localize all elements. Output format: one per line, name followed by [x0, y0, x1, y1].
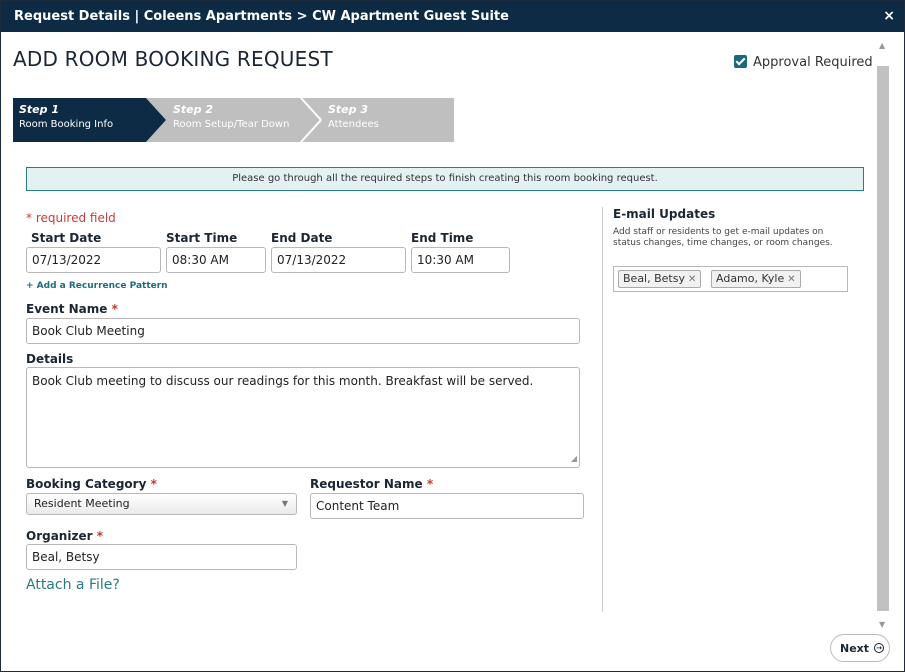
- booking-category-value: Resident Meeting: [34, 497, 130, 510]
- requestor-name-field[interactable]: Content Team: [310, 493, 584, 519]
- required-field-note: * required field: [26, 211, 116, 225]
- attach-file-link[interactable]: Attach a File?: [26, 577, 120, 593]
- chevron-down-icon[interactable]: ▼: [282, 494, 288, 514]
- required-star: *: [426, 477, 434, 491]
- recipient-tag-label: Adamo, Kyle: [716, 272, 785, 285]
- column-divider: [602, 207, 603, 612]
- organizer-label-text: Organizer: [26, 529, 93, 543]
- title-bar: Request Details | Coleens Apartments > C…: [1, 1, 904, 32]
- dialog-window: Request Details | Coleens Apartments > C…: [0, 0, 905, 672]
- required-star: *: [150, 477, 157, 491]
- step-1-label: Room Booking Info: [19, 119, 114, 130]
- info-banner: Please go through all the required steps…: [26, 167, 864, 191]
- organizer-label: Organizer *: [26, 529, 103, 543]
- scroll-up-icon[interactable]: ▲: [879, 41, 885, 50]
- remove-tag-icon[interactable]: ✕: [787, 274, 795, 285]
- required-star: *: [96, 529, 103, 543]
- add-recurrence-link[interactable]: + Add a Recurrence Pattern: [26, 281, 168, 291]
- recipient-tag-label: Beal, Betsy: [623, 272, 685, 285]
- end-date-label: End Date: [271, 231, 333, 245]
- step-3[interactable]: Step 3 Attendees: [322, 98, 452, 142]
- recipient-tag: Adamo, Kyle ✕: [711, 270, 801, 288]
- close-icon[interactable]: ×: [883, 8, 895, 24]
- arrow-right-circle-icon: →: [874, 643, 884, 653]
- next-button[interactable]: Next →: [830, 634, 890, 662]
- scroll-down-icon[interactable]: ▼: [879, 620, 885, 629]
- start-time-label: Start Time: [166, 231, 238, 245]
- details-textarea[interactable]: Book Club meeting to discuss our reading…: [26, 367, 580, 468]
- approval-required-checkbox[interactable]: Approval Required: [734, 55, 873, 70]
- start-time-field[interactable]: 08:30 AM: [166, 247, 266, 273]
- end-time-label: End Time: [411, 231, 474, 245]
- scrollbar[interactable]: ▲ ▼: [877, 41, 889, 629]
- step-2[interactable]: Step 2 Room Setup/Tear Down: [167, 98, 307, 142]
- approval-required-label: Approval Required: [753, 55, 873, 70]
- email-recipients-input[interactable]: Beal, Betsy ✕ Adamo, Kyle ✕: [613, 266, 848, 292]
- event-name-label: Event Name *: [26, 302, 118, 316]
- email-updates-hint: Add staff or residents to get e-mail upd…: [613, 227, 833, 248]
- start-date-field[interactable]: 07/13/2022: [26, 247, 161, 273]
- email-updates-title: E-mail Updates: [613, 207, 716, 221]
- booking-category-select[interactable]: Resident Meeting ▼: [26, 493, 297, 515]
- resize-handle-icon[interactable]: ◢: [571, 451, 577, 466]
- window-title: Request Details | Coleens Apartments > C…: [14, 9, 509, 24]
- required-star: *: [111, 302, 118, 316]
- remove-tag-icon[interactable]: ✕: [688, 274, 696, 285]
- step-1-number: Step 1: [19, 103, 59, 116]
- page-title: ADD ROOM BOOKING REQUEST: [13, 47, 333, 71]
- step-2-label: Room Setup/Tear Down: [173, 119, 290, 130]
- step-1[interactable]: Step 1 Room Booking Info: [13, 98, 153, 142]
- step-3-label: Attendees: [328, 119, 379, 130]
- scrollbar-thumb[interactable]: [877, 66, 889, 611]
- event-name-field[interactable]: Book Club Meeting: [26, 318, 580, 344]
- end-date-field[interactable]: 07/13/2022: [271, 247, 406, 273]
- details-text: Book Club meeting to discuss our reading…: [32, 374, 534, 388]
- details-label: Details: [26, 352, 74, 366]
- organizer-field[interactable]: Beal, Betsy: [26, 544, 297, 570]
- next-button-label: Next: [840, 642, 870, 655]
- booking-category-label: Booking Category *: [26, 477, 157, 491]
- end-time-field[interactable]: 10:30 AM: [411, 247, 510, 273]
- checkbox-checked-icon[interactable]: [734, 55, 747, 68]
- requestor-name-label: Requestor Name *: [310, 477, 433, 491]
- step-2-number: Step 2: [173, 103, 213, 116]
- step-3-number: Step 3: [328, 103, 368, 116]
- event-name-label-text: Event Name: [26, 302, 108, 316]
- start-date-label: Start Date: [31, 231, 102, 245]
- recipient-tag: Beal, Betsy ✕: [618, 270, 702, 288]
- requestor-name-label-text: Requestor Name: [310, 477, 423, 491]
- booking-category-label-text: Booking Category: [26, 477, 147, 491]
- wizard-steps: Step 1 Room Booking Info Step 2 Room Set…: [13, 98, 473, 142]
